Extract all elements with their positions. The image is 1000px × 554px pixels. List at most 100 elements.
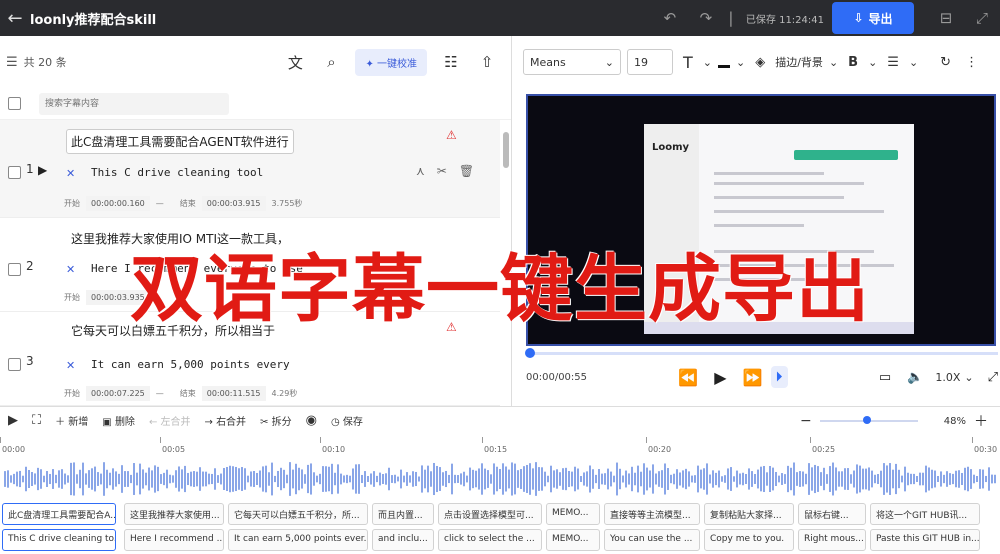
more-icon[interactable]: ⋮ — [965, 55, 978, 70]
waveform-bar — [220, 473, 222, 485]
waveform-bar — [64, 473, 66, 485]
play-icon[interactable]: ▶ — [8, 413, 18, 428]
redo-icon[interactable]: ↷ — [688, 9, 724, 27]
en-subtitle-clip[interactable]: You can use the ... — [604, 529, 700, 551]
waveform-bar — [253, 470, 255, 488]
undo-icon[interactable]: ↶ — [652, 9, 688, 27]
add-button[interactable]: ＋ 新增 — [55, 413, 88, 428]
zoom-in-icon[interactable]: ＋ — [974, 411, 988, 431]
translate-mark-icon: ✕ — [66, 359, 76, 372]
zh-subtitle-clip[interactable]: 鼠标右键... — [798, 503, 866, 525]
fast-forward-icon[interactable]: ⏩ — [743, 368, 763, 387]
fullscreen-icon[interactable]: ⤢ — [964, 9, 1000, 27]
start-time[interactable]: 00:00:07.225 — [86, 386, 150, 401]
merge-icon[interactable]: ⋏ — [416, 164, 425, 178]
zh-subtitle-clip[interactable]: 点击设置选择模型可... — [438, 503, 542, 525]
seek-bar[interactable] — [525, 348, 998, 358]
en-subtitle-clip[interactable]: MEMO... — [546, 529, 600, 551]
text-color-icon[interactable]: T — [683, 53, 693, 72]
zh-subtitle-clip[interactable]: 直接等等主流模型... — [604, 503, 700, 525]
color-swatch[interactable] — [718, 64, 730, 68]
segment-zh-text[interactable]: 这里我推荐大家使用IO MTI这一款工具， — [71, 230, 289, 247]
reset-icon[interactable]: ↻ — [940, 55, 951, 70]
waveform-bar — [415, 471, 417, 487]
waveform-bar — [979, 469, 981, 489]
zh-subtitle-clip[interactable]: 将这一个GIT HUB讯... — [870, 503, 980, 525]
zh-subtitle-clip[interactable]: 它每天可以白嫖五千积分，所... — [228, 503, 368, 525]
zoom-slider[interactable] — [819, 416, 918, 424]
subtitle-segment[interactable]: 此C盘清理工具需要配合AGENT软件进行 ⚠ 1 ▶ ✕ This C driv… — [0, 120, 500, 218]
en-subtitle-clip[interactable]: Right mous... — [798, 529, 866, 551]
start-time[interactable]: 00:00:00.160 — [86, 196, 150, 211]
select-all-checkbox[interactable] — [8, 97, 21, 110]
scissors-icon[interactable]: ✂ — [437, 164, 447, 178]
en-subtitle-clip[interactable]: Copy me to you. — [704, 529, 794, 551]
zoom-out-icon[interactable]: − — [800, 413, 812, 429]
subtitle-search-input[interactable] — [39, 92, 229, 115]
end-time[interactable]: 00:00:11.515 — [201, 386, 266, 401]
waveform-bar — [865, 468, 867, 490]
speed-select[interactable]: 1.0X — [935, 371, 960, 384]
export-button[interactable]: ⇩ 导出 — [832, 2, 914, 34]
stroke-bg-label[interactable]: 描边/背景 — [775, 54, 823, 70]
zh-subtitle-clip[interactable]: 复制粘贴大家择... — [704, 503, 794, 525]
zoom-slider-handle[interactable] — [862, 416, 871, 424]
merge-right-button[interactable]: → 右合并 — [205, 413, 247, 428]
fullscreen-icon[interactable]: ⤢ — [988, 370, 998, 385]
rewind-icon[interactable]: ⏪ — [678, 368, 698, 387]
translate-icon[interactable]: 文 — [277, 52, 313, 73]
delete-button[interactable]: ▣ 删除 — [102, 413, 135, 428]
segment-en-text[interactable]: It can earn 5,000 points every — [91, 358, 290, 371]
align-icon[interactable]: ☰ — [887, 55, 899, 70]
font-size-input[interactable]: 19 — [627, 49, 673, 75]
ruler-label: 00:30 — [974, 445, 998, 454]
zh-subtitle-clip[interactable]: 这里我推荐大家使用... — [124, 503, 224, 525]
warning-icon: ⚠ — [446, 128, 457, 142]
en-subtitle-clip[interactable]: It can earn 5,000 points ever... — [228, 529, 368, 551]
segment-checkbox[interactable] — [8, 166, 21, 179]
fit-icon[interactable]: ⛶ — [32, 413, 41, 428]
split-button[interactable]: ✂ 拆分 — [260, 413, 292, 428]
segment-zh-text[interactable]: 此C盘清理工具需要配合AGENT软件进行 — [66, 129, 294, 154]
play-icon[interactable]: ▶ — [714, 368, 726, 387]
font-select[interactable]: Means ⌄ — [523, 49, 621, 75]
layers-icon[interactable]: ◈ — [755, 55, 765, 70]
en-subtitle-clip[interactable]: Here I recommend ... — [124, 529, 224, 551]
seek-handle[interactable] — [525, 348, 535, 358]
one-click-proof-button[interactable]: ✦ 一键校准 — [355, 48, 427, 76]
zh-subtitle-clip[interactable]: MEMO... — [546, 503, 600, 525]
end-time[interactable]: 00:00:03.915 — [201, 196, 266, 211]
segment-en-text[interactable]: This C drive cleaning tool — [91, 166, 263, 179]
en-subtitle-clip[interactable]: and inclu... — [372, 529, 434, 551]
en-subtitle-clip[interactable]: Paste this GIT HUB in... — [870, 529, 980, 551]
segment-checkbox[interactable] — [8, 263, 21, 276]
search-icon[interactable]: ⌕ — [313, 53, 349, 71]
waveform-bar — [625, 470, 627, 488]
minimize-icon[interactable]: ⊟ — [928, 9, 964, 27]
checklist-icon[interactable]: ☷ — [433, 53, 469, 71]
segment-play-icon[interactable]: ▶ — [38, 163, 47, 177]
en-subtitle-clip[interactable]: This C drive cleaning to... — [2, 529, 116, 551]
list-check-icon[interactable]: ☰ — [6, 55, 18, 70]
waveform-bar — [853, 470, 855, 488]
back-arrow-icon[interactable]: ← — [0, 8, 30, 29]
list-scrollbar[interactable] — [503, 132, 509, 168]
volume-icon[interactable]: 🔈 — [907, 370, 923, 385]
upload-icon[interactable]: ⇧ — [469, 53, 505, 71]
loop-play-icon[interactable]: ⏵ — [770, 366, 788, 388]
zh-subtitle-clip[interactable]: 此C盘清理工具需要配合A... — [2, 503, 116, 525]
time-ruler[interactable]: 00:00 00:05 00:10 00:15 00:20 00:25 00:30 — [0, 437, 1000, 455]
merge-left-button[interactable]: ← 左合并 — [149, 413, 191, 428]
segment-checkbox[interactable] — [8, 358, 21, 371]
segment-times: 开始 00:00:07.225 — 结束 00:00:11.515 4.29秒 — [64, 386, 297, 401]
zh-subtitle-clip[interactable]: 而且内置... — [372, 503, 434, 525]
subtitle-icon[interactable]: ▭ — [879, 370, 891, 385]
save-button[interactable]: ◷ 保存 — [331, 413, 363, 428]
audio-waveform[interactable] — [0, 459, 1000, 499]
en-subtitle-clip[interactable]: click to select the ... — [438, 529, 542, 551]
bold-icon[interactable]: B — [848, 55, 858, 70]
waveform-bar — [862, 468, 864, 490]
waveform-bar — [859, 465, 861, 493]
eye-icon[interactable]: ◉ — [306, 413, 317, 428]
trash-icon[interactable]: 🗑 — [459, 164, 474, 178]
